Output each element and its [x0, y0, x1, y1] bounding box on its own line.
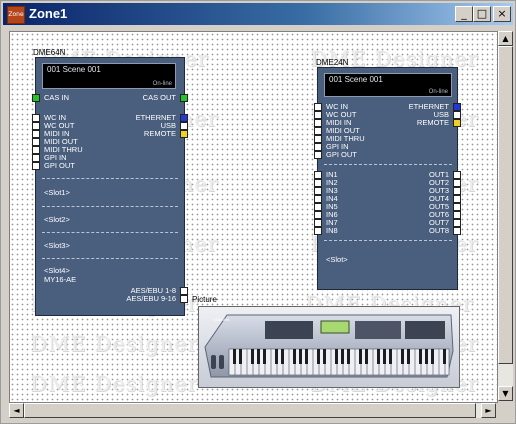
slot-2[interactable]: <Slot2> [44, 215, 70, 224]
slot-1[interactable]: <Slot1> [44, 188, 70, 197]
scene-name: 001 Scene 001 [329, 75, 383, 84]
output-port-icon[interactable] [453, 171, 461, 179]
ethernet-port-icon[interactable] [453, 103, 461, 111]
slot-3[interactable]: <Slot3> [44, 241, 70, 250]
scroll-down-button[interactable]: ▼ [498, 386, 513, 401]
scroll-left-button[interactable]: ◄ [9, 403, 24, 418]
online-status: On-line [152, 81, 172, 87]
output-port-icon[interactable] [453, 187, 461, 195]
port-remote: REMOTE [143, 129, 176, 138]
input-port-icon[interactable] [314, 171, 322, 179]
gpi-in-port-icon[interactable] [32, 154, 40, 162]
slot-4-card: MY16-AE [44, 275, 77, 284]
scroll-right-button[interactable]: ► [481, 403, 496, 418]
midi-thru-port-icon[interactable] [314, 135, 322, 143]
port-remote: REMOTE [416, 118, 449, 127]
input-port-icon[interactable] [314, 187, 322, 195]
scene-display[interactable]: 001 Scene 001 On-line [324, 73, 452, 97]
close-button[interactable]: × [493, 6, 511, 22]
scrollbar-corner [498, 403, 513, 418]
slot[interactable]: <Slot> [326, 255, 348, 264]
wc-out-port-icon[interactable] [314, 111, 322, 119]
port-gpi-out: GPI OUT [44, 161, 75, 170]
slot-divider [42, 206, 178, 207]
port-gpi-out: GPI OUT [326, 150, 357, 159]
synthesizer-keyboard-icon [204, 314, 454, 378]
dme24n-label: DME24N [316, 58, 349, 67]
gpi-in-port-icon[interactable] [314, 143, 322, 151]
watermark: DME Designer [30, 372, 199, 396]
slot-4[interactable]: <Slot4> [44, 266, 70, 275]
minimize-button[interactable]: _ [455, 6, 473, 22]
input-8: IN8 [326, 226, 338, 235]
midi-out-port-icon[interactable] [314, 127, 322, 135]
cas-out-port-icon[interactable] [180, 94, 188, 102]
output-port-icon[interactable] [453, 219, 461, 227]
scroll-up-button[interactable]: ▲ [498, 31, 513, 46]
dme64n-label: DME64N [33, 48, 66, 57]
aes-9-16-port-icon[interactable] [180, 295, 188, 303]
cas-in-port-icon[interactable] [32, 94, 40, 102]
port-cas-out: CAS OUT [142, 93, 176, 102]
usb-port-icon[interactable] [180, 122, 188, 130]
keyboard-picture[interactable]: YAMAHA [198, 306, 460, 388]
horizontal-scroll-thumb[interactable] [24, 403, 476, 418]
scene-display[interactable]: 001 Scene 001 On-line [42, 63, 176, 89]
window-title: Zone1 [29, 6, 68, 21]
horizontal-scrollbar[interactable]: ◄ ► [9, 403, 496, 418]
port-cas-in: CAS IN [44, 93, 70, 102]
slot-divider [324, 240, 452, 241]
output-port-icon[interactable] [453, 179, 461, 187]
vertical-scrollbar[interactable]: ▲ ▼ [498, 31, 513, 401]
online-status: On-line [428, 89, 448, 95]
port-aes-ebu-9-16: AES/EBU 9-16 [126, 294, 176, 303]
usb-port-icon[interactable] [453, 111, 461, 119]
output-port-icon[interactable] [453, 211, 461, 219]
wc-out-port-icon[interactable] [32, 122, 40, 130]
slot-divider [42, 258, 178, 259]
input-port-icon[interactable] [314, 195, 322, 203]
wc-in-port-icon[interactable] [314, 103, 322, 111]
vertical-scroll-thumb[interactable] [498, 46, 513, 364]
zone-window: Zone Zone1 _ □ × DME Designer DME Design… [0, 0, 516, 424]
slot-divider [42, 232, 178, 233]
remote-port-icon[interactable] [453, 119, 461, 127]
scene-name: 001 Scene 001 [47, 65, 101, 74]
aes-1-8-port-icon[interactable] [180, 287, 188, 295]
picture-label: Picture [192, 295, 217, 304]
input-port-icon[interactable] [314, 219, 322, 227]
gpi-out-port-icon[interactable] [314, 151, 322, 159]
dme24n-device[interactable]: 001 Scene 001 On-line WC IN WC OUT MIDI … [314, 67, 461, 290]
gpi-out-port-icon[interactable] [32, 162, 40, 170]
wc-in-port-icon[interactable] [32, 114, 40, 122]
title-bar[interactable]: Zone Zone1 _ □ × [3, 3, 513, 25]
io-divider [324, 164, 452, 165]
dme64n-device[interactable]: 001 Scene 001 On-line CAS IN CAS OUT WC … [32, 57, 188, 316]
design-canvas[interactable]: DME Designer DME Designer DME Designer D… [9, 31, 498, 403]
midi-out-port-icon[interactable] [32, 138, 40, 146]
ethernet-port-icon[interactable] [180, 114, 188, 122]
slot-divider [42, 178, 178, 179]
input-port-icon[interactable] [314, 211, 322, 219]
output-port-icon[interactable] [453, 203, 461, 211]
keyboard-brand-text: YAMAHA [213, 317, 230, 322]
maximize-button[interactable]: □ [473, 6, 491, 22]
input-port-icon[interactable] [314, 179, 322, 187]
midi-in-port-icon[interactable] [314, 119, 322, 127]
input-port-icon[interactable] [314, 203, 322, 211]
midi-thru-port-icon[interactable] [32, 146, 40, 154]
watermark: DME Designer [30, 332, 199, 356]
output-port-icon[interactable] [453, 195, 461, 203]
remote-port-icon[interactable] [180, 130, 188, 138]
output-8: OUT8 [428, 226, 449, 235]
input-port-icon[interactable] [314, 227, 322, 235]
midi-in-port-icon[interactable] [32, 130, 40, 138]
zone-app-icon[interactable]: Zone [7, 6, 25, 24]
output-port-icon[interactable] [453, 227, 461, 235]
